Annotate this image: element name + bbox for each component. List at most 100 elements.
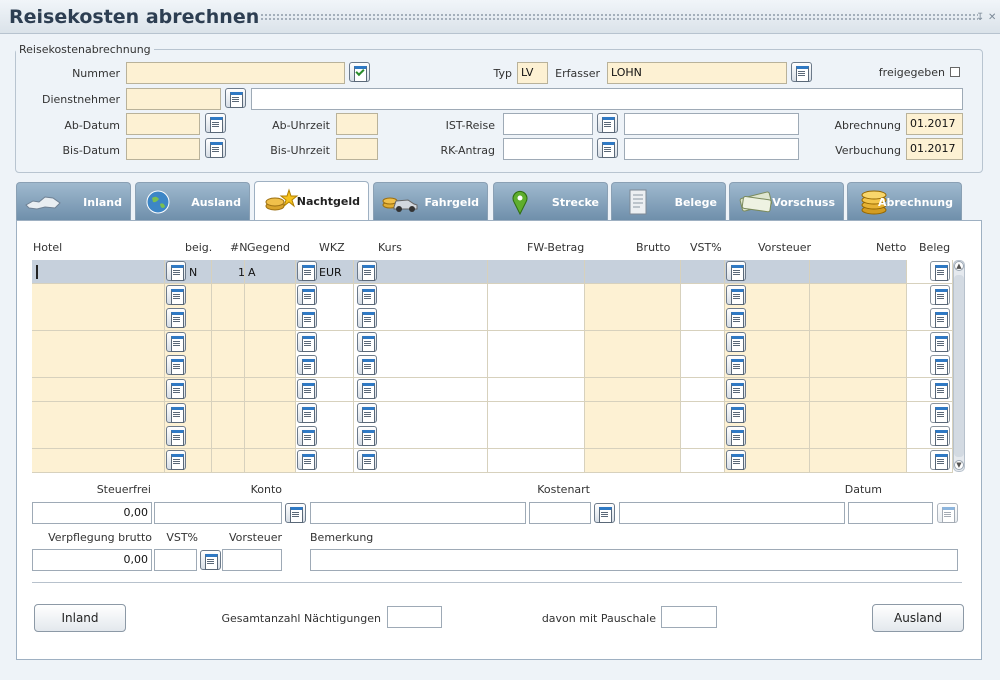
lookup-icon[interactable] — [297, 355, 317, 375]
table-cell[interactable] — [488, 425, 585, 449]
konto-field[interactable] — [154, 502, 282, 524]
ab-datum-field[interactable] — [126, 113, 200, 135]
table-cell[interactable] — [32, 260, 165, 284]
lookup-icon[interactable] — [297, 308, 317, 328]
datum-field[interactable] — [848, 502, 933, 524]
erfasser-field[interactable]: LOHN — [607, 62, 787, 84]
table-cell[interactable] — [488, 402, 585, 426]
rk-antrag-desc-field[interactable] — [624, 138, 799, 160]
lookup-icon[interactable] — [726, 308, 746, 328]
table-cell[interactable] — [245, 331, 296, 355]
lookup-icon[interactable] — [357, 332, 377, 352]
scroll-thumb[interactable] — [954, 275, 964, 457]
tab-strecke[interactable]: Strecke — [493, 182, 608, 220]
table-cell[interactable] — [681, 449, 725, 473]
lookup-icon[interactable] — [166, 450, 186, 470]
ab-uhrzeit-field[interactable] — [336, 113, 378, 135]
gesamt-field[interactable] — [387, 606, 442, 628]
lookup-icon[interactable] — [297, 403, 317, 423]
lookup-icon[interactable] — [166, 379, 186, 399]
table-cell[interactable] — [488, 284, 585, 308]
table-cell[interactable] — [488, 331, 585, 355]
lookup-icon[interactable] — [357, 403, 377, 423]
table-cell[interactable] — [212, 425, 245, 449]
lookup-icon[interactable] — [297, 332, 317, 352]
table-cell[interactable] — [212, 402, 245, 426]
table-cell[interactable] — [681, 284, 725, 308]
beleg-icon[interactable] — [930, 403, 950, 423]
lookup-icon[interactable] — [166, 355, 186, 375]
lookup-icon[interactable] — [357, 426, 377, 446]
beleg-icon[interactable] — [930, 332, 950, 352]
lookup-icon[interactable] — [357, 308, 377, 328]
bis-datum-field[interactable] — [126, 138, 200, 160]
beleg-icon[interactable] — [930, 355, 950, 375]
dienstnehmer-lookup-icon[interactable] — [225, 88, 246, 108]
table-cell[interactable] — [212, 307, 245, 331]
table-cell[interactable] — [810, 425, 907, 449]
table-cell[interactable] — [245, 307, 296, 331]
beleg-icon[interactable] — [930, 426, 950, 446]
lookup-icon[interactable] — [297, 285, 317, 305]
table-cell[interactable] — [585, 284, 681, 308]
tab-vorschuss[interactable]: Vorschuss — [729, 182, 844, 220]
table-cell[interactable] — [488, 260, 585, 284]
table-cell[interactable] — [488, 354, 585, 378]
kostenart-lookup-icon[interactable] — [594, 503, 615, 523]
tab-abrechnung[interactable]: Abrechnung — [847, 182, 962, 220]
table-cell[interactable] — [585, 449, 681, 473]
ausland-button[interactable]: Ausland — [872, 604, 964, 632]
bis-uhrzeit-field[interactable] — [336, 138, 378, 160]
verpflegung-field[interactable]: 0,00 — [32, 549, 152, 571]
nummer-field[interactable] — [126, 62, 345, 84]
lookup-icon[interactable] — [166, 332, 186, 352]
lookup-icon[interactable] — [166, 261, 186, 281]
table-cell[interactable] — [212, 378, 245, 402]
lookup-icon[interactable] — [297, 261, 317, 281]
table-cell[interactable] — [212, 449, 245, 473]
beleg-icon[interactable] — [930, 285, 950, 305]
table-cell[interactable] — [681, 260, 725, 284]
abrechnung-field[interactable]: 01.2017 — [906, 113, 963, 135]
table-cell[interactable] — [585, 378, 681, 402]
rk-antrag-lookup-icon[interactable] — [597, 138, 618, 158]
vorsteuer-field[interactable] — [222, 549, 282, 571]
table-cell[interactable] — [212, 331, 245, 355]
table-cell[interactable] — [681, 307, 725, 331]
table-cell[interactable] — [585, 354, 681, 378]
lookup-icon[interactable] — [357, 379, 377, 399]
tab-ausland[interactable]: Ausland — [135, 182, 250, 220]
table-cell[interactable] — [245, 378, 296, 402]
vst-field[interactable] — [154, 549, 197, 571]
table-cell[interactable] — [585, 425, 681, 449]
table-cell[interactable] — [585, 402, 681, 426]
lookup-icon[interactable] — [166, 285, 186, 305]
tab-belege[interactable]: Belege — [611, 182, 726, 220]
lookup-icon[interactable] — [726, 355, 746, 375]
ist-reise-desc-field[interactable] — [624, 113, 799, 135]
lookup-icon[interactable] — [357, 261, 377, 281]
scroll-up-icon[interactable]: ▲ — [954, 261, 964, 271]
table-cell[interactable] — [32, 331, 165, 355]
table-cell[interactable] — [810, 331, 907, 355]
lookup-icon[interactable] — [357, 450, 377, 470]
table-cell[interactable] — [585, 307, 681, 331]
vst-lookup-icon[interactable] — [200, 550, 221, 570]
ist-reise-field[interactable] — [503, 113, 593, 135]
dienstnehmer-field[interactable] — [126, 88, 221, 110]
table-cell[interactable] — [212, 354, 245, 378]
lookup-icon[interactable] — [166, 308, 186, 328]
table-cell[interactable] — [681, 354, 725, 378]
lookup-icon[interactable] — [297, 426, 317, 446]
datum-picker-icon[interactable] — [937, 503, 958, 523]
lookup-icon[interactable] — [726, 332, 746, 352]
table-cell[interactable] — [32, 284, 165, 308]
table-cell[interactable] — [585, 260, 681, 284]
table-cell[interactable] — [585, 331, 681, 355]
kostenart-desc-field[interactable] — [619, 502, 845, 524]
rk-antrag-field[interactable] — [503, 138, 593, 160]
table-cell[interactable] — [32, 425, 165, 449]
lookup-icon[interactable] — [726, 285, 746, 305]
pauschale-field[interactable] — [661, 606, 717, 628]
konto-lookup-icon[interactable] — [285, 503, 306, 523]
